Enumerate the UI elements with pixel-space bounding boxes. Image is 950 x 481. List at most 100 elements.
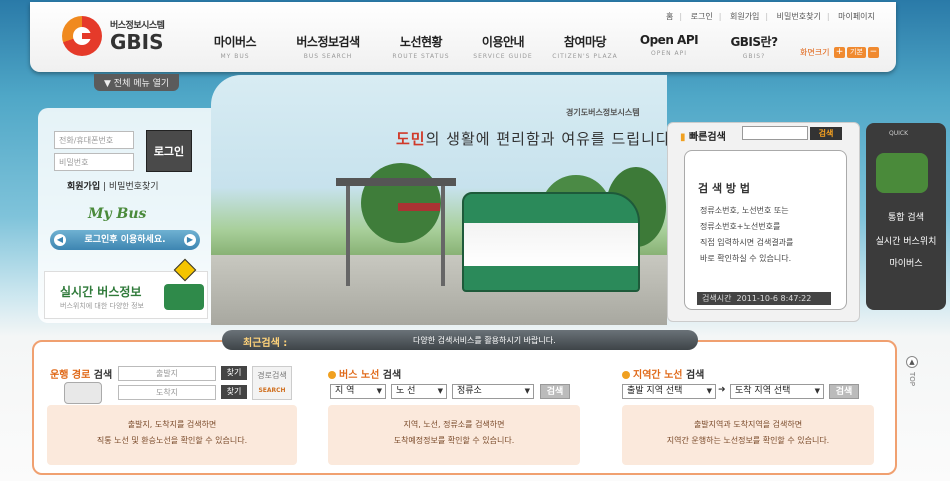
nav-citizens-plaza[interactable]: 참여마당 CITIZEN'S PLAZA [540, 33, 630, 60]
prev-arrow-icon[interactable]: ◀ [54, 234, 66, 246]
route-search-desc: 출발지, 도착지를 검색하면 [127, 420, 217, 429]
from-region-select[interactable]: 출발 지역 선택 [622, 384, 716, 399]
account-links: 회원가입 | 비밀번호찾기 [67, 182, 159, 192]
nav-bus-search[interactable]: 버스정보검색 BUS SEARCH [283, 33, 373, 60]
find-end-button[interactable]: 찾기 [221, 385, 247, 399]
to-region-select[interactable]: 도착 지역 선택 [730, 384, 824, 399]
nav-label: 노선현황 [399, 35, 443, 49]
slogan-highlight: 도민 [396, 130, 426, 148]
nav-label: 참여마당 [563, 35, 607, 49]
start-input[interactable]: 출발지 [118, 366, 216, 381]
nav-service-guide[interactable]: 이용안내 SERVICE GUIDE [458, 33, 548, 60]
font-default-button[interactable]: 기본 [847, 47, 866, 58]
nav-sublabel: CITIZEN'S PLAZA [552, 53, 618, 60]
menu-arrow-icon: ▼ [104, 79, 114, 89]
slogan-rest: 의 생활에 편리함과 여유를 드립니다. [425, 130, 677, 148]
quick-search-button[interactable]: 검색 [810, 127, 842, 140]
region-select[interactable]: 지 역 [330, 384, 386, 399]
nav-sublabel: OPEN API [650, 50, 688, 57]
route-select[interactable]: 노 선 [391, 384, 447, 399]
search-method-line: 정류소번호, 노선번호 또는 [700, 206, 789, 215]
nav-label: 이용안내 [481, 35, 525, 49]
quick-search-input[interactable] [742, 126, 808, 140]
mybus-message: 로그인후 이용하세요. [84, 235, 166, 245]
search-method-line: 바로 확인하실 수 있습니다. [700, 254, 792, 263]
nav-label: GBIS란? [730, 35, 778, 49]
quick-search-title: 빠른검색 [688, 132, 726, 143]
nav-sublabel: BUS SEARCH [303, 53, 353, 60]
bus-icon [164, 284, 204, 310]
bus-route-search-button[interactable]: 검색 [540, 384, 570, 399]
nav-gbis-about[interactable]: GBIS란? GBIS? [709, 33, 799, 60]
area-route-desc: 출발지역과 도착지역을 검색하면 [693, 420, 803, 429]
area-route-title-rest: 검색 [685, 370, 705, 381]
nav-sublabel: MY BUS [220, 53, 250, 60]
nav-sublabel: ROUTE STATUS [392, 53, 450, 60]
realtime-title: 실시간 버스정보 [60, 285, 142, 299]
quick-menu-label: QUICK [889, 130, 909, 137]
route-search-button-en: SEARCH [258, 387, 286, 394]
join-link[interactable]: 회원가입 [67, 182, 100, 192]
arrow-right-icon: ➜ [718, 385, 726, 395]
route-search-title: 운행 경로 검색 [50, 366, 112, 381]
mybus-login-bar[interactable]: ◀ 로그인후 이용하세요. ▶ [50, 230, 200, 250]
top-arrow-icon[interactable]: ▲ [906, 356, 918, 368]
bullet-icon [622, 371, 630, 379]
util-login-link[interactable]: 로그인 [691, 12, 713, 21]
font-decrease-button[interactable]: − [867, 47, 879, 58]
quick-integrated-search[interactable]: 통합 검색 [866, 210, 946, 223]
login-button[interactable]: 로그인 [146, 130, 192, 172]
bus-route-search-title: 버스 노선 검색 [328, 366, 401, 381]
utility-links: 홈 | 로그인 | 회원가입 | 비밀번호찾기 | 마이페이지 [666, 12, 875, 21]
route-search-title-highlight: 운행 경로 [50, 370, 91, 381]
quick-mybus[interactable]: 마이버스 [866, 256, 946, 269]
search-time: 검색시간 2011-10-6 8:47:22 [697, 292, 831, 305]
route-search-button[interactable]: 경로검색 SEARCH [252, 366, 292, 400]
nav-sublabel: GBIS? [742, 53, 766, 60]
recent-search-label: 최근검색 : [243, 338, 288, 349]
gbis-logo[interactable]: 버스정보시스템 GBIS [62, 16, 182, 58]
nav-route-status[interactable]: 노선현황 ROUTE STATUS [376, 33, 466, 60]
quick-bus-icon [876, 153, 928, 193]
hero-brand-text: 경기도버스정보시스템 [566, 108, 640, 117]
font-size-label: 화면크기 [800, 48, 830, 57]
font-size-control: 화면크기 + 기본 − [800, 47, 879, 58]
phone-input[interactable]: 전화/휴대폰번호 [54, 131, 134, 149]
bus-route-desc: 지역, 노선, 정류소를 검색하면 [403, 420, 505, 429]
search-method-line: 직접 입력하시면 검색결과를 [700, 238, 794, 247]
font-increase-button[interactable]: + [834, 47, 845, 58]
util-find-password-link[interactable]: 비밀번호찾기 [777, 12, 821, 21]
stop-select[interactable]: 정류소 [452, 384, 534, 399]
util-home-link[interactable]: 홈 [666, 12, 673, 21]
bus-illustration-icon [64, 382, 102, 404]
all-menu-open-button[interactable]: ▼ 전체 메뉴 열기 [94, 74, 180, 91]
top-button[interactable]: TOP [908, 372, 916, 386]
menu-open-label: 전체 메뉴 열기 [113, 79, 170, 89]
bus-route-title-rest: 검색 [382, 370, 402, 381]
nav-sublabel: SERVICE GUIDE [473, 53, 533, 60]
find-start-button[interactable]: 찾기 [221, 366, 247, 380]
route-search-desc: 직통 노선 및 환승노선을 확인할 수 있습니다. [96, 436, 248, 445]
end-input[interactable]: 도착지 [118, 385, 216, 400]
route-search-title-rest: 검색 [93, 370, 113, 381]
util-join-link[interactable]: 회원가입 [730, 12, 759, 21]
search-time-label: 검색시간 [702, 294, 732, 303]
password-input[interactable]: 비밀번호 [54, 153, 134, 171]
nav-open-api[interactable]: Open API OPEN API [624, 33, 714, 57]
quick-realtime-bus-location[interactable]: 실시간 버스위치 [866, 234, 946, 247]
bus-image [462, 192, 640, 292]
recent-search-message: 다양한 검색서비스를 활용하시기 바랍니다. [413, 336, 556, 345]
route-search-button-label: 경로검색 [257, 371, 287, 380]
g-logo-icon [62, 16, 102, 56]
nav-mybus[interactable]: 마이버스 MY BUS [190, 33, 280, 60]
search-method-title: 검 색 방 법 [698, 182, 750, 195]
nav-label: Open API [639, 33, 699, 47]
next-arrow-icon[interactable]: ▶ [184, 234, 196, 246]
util-mypage-link[interactable]: 마이페이지 [838, 12, 875, 21]
signal-icon: ▮ [680, 132, 689, 143]
hero-slogan: 도민의 생활에 편리함과 여유를 드립니다. [396, 128, 676, 149]
find-password-link[interactable]: 비밀번호찾기 [109, 182, 159, 192]
area-route-desc: 지역간 운행하는 노선정보를 확인할 수 있습니다. [666, 436, 830, 445]
area-route-search-button[interactable]: 검색 [829, 384, 859, 399]
area-route-search-title: 지역간 노선 검색 [622, 366, 704, 381]
